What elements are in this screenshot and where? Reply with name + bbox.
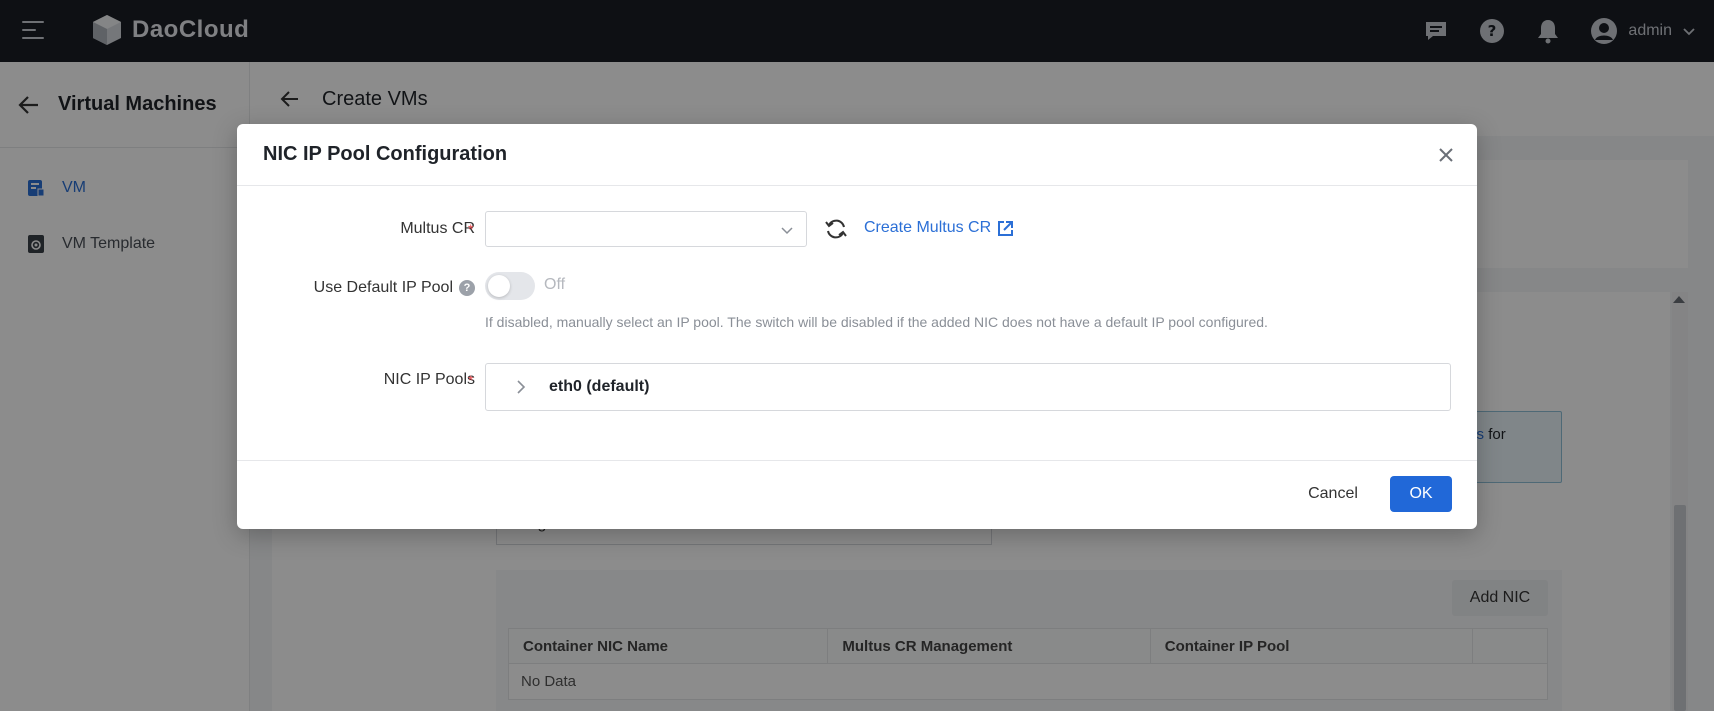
switch-knob: [488, 275, 510, 297]
refresh-icon[interactable]: [823, 216, 849, 242]
default-ip-pool-hint: If disabled, manually select an IP pool.…: [485, 314, 1268, 330]
dialog-header: NIC IP Pool Configuration: [237, 124, 1477, 186]
nic-ip-pools-label: NIC IP Pools: [383, 371, 475, 388]
multus-cr-select[interactable]: [485, 211, 807, 247]
switch-state-label: Off: [544, 276, 566, 293]
required-mark: *: [468, 221, 474, 237]
dialog-footer: Cancel OK: [237, 460, 1477, 529]
ok-button[interactable]: OK: [1390, 476, 1452, 512]
create-multus-cr-link[interactable]: Create Multus CR: [864, 219, 1014, 237]
cancel-button[interactable]: Cancel: [1297, 476, 1369, 512]
nic-ip-pool-dialog: NIC IP Pool Configuration Multus CR * Cr…: [237, 124, 1477, 529]
nic-pool-item[interactable]: eth0 (default): [549, 378, 649, 396]
help-circle-icon[interactable]: ?: [459, 280, 475, 296]
external-link-icon: [998, 220, 1014, 236]
multus-cr-row: Multus CR * Create Multus CR: [237, 211, 1477, 249]
default-ip-pool-row: Use Default IP Pool ? Off If disabled, m…: [237, 272, 1477, 332]
default-ip-pool-switch[interactable]: [485, 272, 535, 300]
dialog-title: NIC IP Pool Configuration: [263, 143, 508, 165]
required-mark: *: [468, 372, 474, 388]
chevron-right-icon[interactable]: [514, 380, 528, 394]
default-ip-pool-label-text: Use Default IP Pool: [313, 279, 453, 296]
close-icon[interactable]: [1437, 146, 1455, 164]
nic-ip-pools-list: eth0 (default): [485, 363, 1451, 411]
chevron-down-icon: [781, 227, 793, 235]
nic-ip-pools-row: NIC IP Pools * eth0 (default): [237, 363, 1477, 413]
default-ip-pool-label: Use Default IP Pool ?: [314, 279, 475, 297]
multus-cr-label: Multus CR: [400, 220, 475, 237]
create-multus-cr-label: Create Multus CR: [864, 219, 992, 236]
